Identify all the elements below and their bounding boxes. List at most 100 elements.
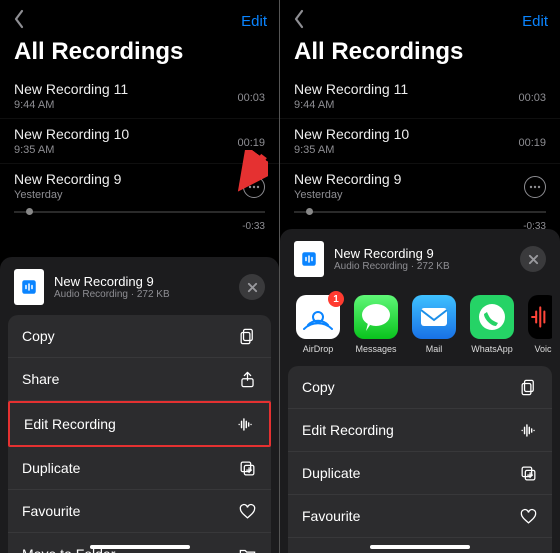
screen-right: Edit All Recordings New Recording 11 9:4… <box>280 0 560 553</box>
nav-edit-button[interactable]: Edit <box>522 13 548 30</box>
app-whatsapp[interactable]: WhatsApp <box>470 295 514 354</box>
navbar: Edit <box>280 0 560 34</box>
recording-row[interactable]: New Recording 11 9:44 AM 00:03 <box>280 74 560 119</box>
menu-share[interactable]: Share <box>8 358 271 401</box>
app-label: WhatsApp <box>471 344 513 354</box>
recording-title: New Recording 9 <box>294 171 546 187</box>
recording-title: New Recording 11 <box>294 81 546 97</box>
app-messages[interactable]: Messages <box>354 295 398 354</box>
menu-edit-recording[interactable]: Edit Recording <box>288 409 552 452</box>
heart-icon <box>237 501 257 521</box>
menu-label: Duplicate <box>22 460 80 476</box>
close-sheet-button[interactable] <box>239 274 265 300</box>
menu-group-primary: Copy Share Edit Recording Duplicate Favo… <box>8 315 271 553</box>
nav-edit-button[interactable]: Edit <box>241 13 267 30</box>
recording-title: New Recording 10 <box>14 126 265 142</box>
airdrop-badge: 1 <box>328 291 344 307</box>
menu-copy[interactable]: Copy <box>288 366 552 409</box>
menu-label: Copy <box>22 328 55 344</box>
menu-label: Favourite <box>302 508 360 524</box>
menu-edit-recording[interactable]: Edit Recording <box>8 401 271 447</box>
scrubber-thumb[interactable] <box>306 208 313 215</box>
sheet-file-name: New Recording 9 <box>334 246 450 261</box>
menu-copy[interactable]: Copy <box>8 315 271 358</box>
scrubber-track[interactable] <box>294 211 546 213</box>
app-label: Messages <box>355 344 396 354</box>
menu-duplicate[interactable]: Duplicate <box>288 452 552 495</box>
app-mail[interactable]: Mail <box>412 295 456 354</box>
menu-group-primary: Copy Edit Recording Duplicate Favourite … <box>288 366 552 553</box>
waveform-icon <box>518 420 538 440</box>
home-indicator <box>370 545 470 549</box>
copy-icon <box>237 326 257 346</box>
page-title: All Recordings <box>280 34 560 74</box>
more-options-button[interactable] <box>524 176 546 198</box>
menu-move-to-folder[interactable]: Move to Folder <box>8 533 271 553</box>
recording-duration: 00:19 <box>237 137 265 149</box>
recording-title: New Recording 11 <box>14 81 265 97</box>
app-voice-memos[interactable]: Voic <box>528 295 552 354</box>
page-title: All Recordings <box>0 34 279 74</box>
duplicate-icon <box>237 458 257 478</box>
recording-row[interactable]: New Recording 10 9:35 AM 00:19 <box>280 119 560 164</box>
share-apps-row[interactable]: 1 AirDrop Messages Mail WhatsA <box>288 287 552 366</box>
menu-label: Copy <box>302 379 335 395</box>
navbar: Edit <box>0 0 279 34</box>
sheet-file-sub: Audio Recording · 272 KB <box>54 289 170 300</box>
audio-file-icon <box>14 269 44 305</box>
screen-left: Edit All Recordings New Recording 11 9:4… <box>0 0 280 553</box>
recording-row[interactable]: New Recording 10 9:35 AM 00:19 <box>0 119 279 164</box>
sheet-file-name: New Recording 9 <box>54 274 170 289</box>
recording-time: Yesterday <box>14 189 265 201</box>
back-chevron-icon[interactable] <box>292 9 306 34</box>
recording-title: New Recording 9 <box>14 171 265 187</box>
menu-favourite[interactable]: Favourite <box>288 495 552 538</box>
sheet-header: New Recording 9 Audio Recording · 272 KB <box>8 265 271 315</box>
folder-icon <box>518 549 538 553</box>
recordings-list: New Recording 11 9:44 AM 00:03 New Recor… <box>0 74 279 208</box>
recording-duration: 00:03 <box>518 92 546 104</box>
scrubber-track[interactable] <box>14 211 265 213</box>
menu-label: Duplicate <box>302 465 360 481</box>
menu-label: Share <box>22 371 59 387</box>
share-sheet: New Recording 9 Audio Recording · 272 KB… <box>0 257 279 553</box>
recording-duration: 00:03 <box>237 92 265 104</box>
recording-time: 9:44 AM <box>14 99 265 111</box>
copy-icon <box>518 377 538 397</box>
sheet-file-sub: Audio Recording · 272 KB <box>334 261 450 272</box>
recording-row-selected[interactable]: New Recording 9 Yesterday <box>280 164 560 208</box>
recording-time: 9:35 AM <box>14 144 265 156</box>
share-sheet: New Recording 9 Audio Recording · 272 KB… <box>280 229 560 553</box>
waveform-icon <box>235 414 255 434</box>
share-icon <box>237 369 257 389</box>
recording-duration: 00:19 <box>518 137 546 149</box>
recording-time: Yesterday <box>294 189 546 201</box>
menu-duplicate[interactable]: Duplicate <box>8 447 271 490</box>
back-chevron-icon[interactable] <box>12 9 26 34</box>
menu-favourite[interactable]: Favourite <box>8 490 271 533</box>
menu-label: Favourite <box>22 503 80 519</box>
heart-icon <box>518 506 538 526</box>
recordings-list: New Recording 11 9:44 AM 00:03 New Recor… <box>280 74 560 208</box>
recording-row-selected[interactable]: New Recording 9 Yesterday <box>0 164 279 208</box>
folder-icon <box>237 544 257 553</box>
audio-file-icon <box>294 241 324 277</box>
app-label: AirDrop <box>303 344 334 354</box>
remaining-time: -0:33 <box>242 221 265 232</box>
menu-label: Edit Recording <box>24 416 116 432</box>
recording-row[interactable]: New Recording 11 9:44 AM 00:03 <box>0 74 279 119</box>
app-label: Mail <box>426 344 443 354</box>
sheet-header: New Recording 9 Audio Recording · 272 KB <box>288 237 552 287</box>
scrubber-thumb[interactable] <box>26 208 33 215</box>
close-sheet-button[interactable] <box>520 246 546 272</box>
recording-title: New Recording 10 <box>294 126 546 142</box>
more-options-button[interactable] <box>243 176 265 198</box>
menu-label: Edit Recording <box>302 422 394 438</box>
app-airdrop[interactable]: 1 AirDrop <box>296 295 340 354</box>
recording-time: 9:35 AM <box>294 144 546 156</box>
menu-label: Move to Folder <box>302 551 395 553</box>
recording-time: 9:44 AM <box>294 99 546 111</box>
duplicate-icon <box>518 463 538 483</box>
player-time-row: -0:33 <box>0 215 279 236</box>
home-indicator <box>90 545 190 549</box>
